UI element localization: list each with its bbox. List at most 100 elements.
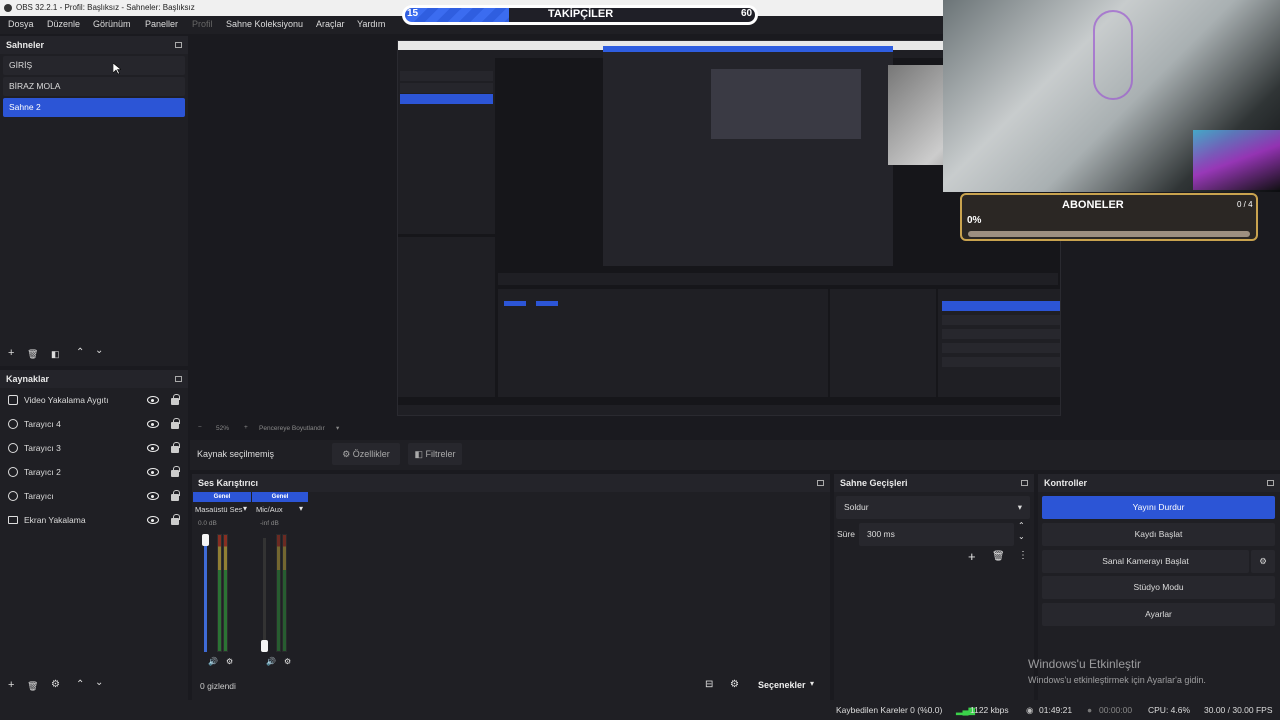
subscribers-goal-box: ABONELER 0 / 4 0%: [960, 193, 1258, 241]
lock-icon[interactable]: [171, 514, 180, 525]
mixer-advanced-gear-icon[interactable]: ⚙: [730, 679, 739, 690]
record-icon: ●: [1087, 705, 1093, 715]
menu-view[interactable]: Görünüm: [93, 19, 131, 29]
remove-scene-icon[interactable]: 🗑: [27, 348, 38, 360]
visibility-eye-icon[interactable]: [147, 444, 159, 452]
menu-file[interactable]: Dosya: [8, 19, 34, 29]
nested-scene-item: [400, 83, 493, 93]
scene-item-biraz-mola[interactable]: BİRAZ MOLA: [3, 77, 185, 96]
speaker-icon[interactable]: 🔊: [208, 657, 218, 666]
menu-profile[interactable]: Profil: [192, 19, 213, 29]
source-item[interactable]: Tarayıcı: [3, 485, 185, 507]
filters-button[interactable]: ◧ Filtreler: [408, 443, 462, 465]
zoom-in-button[interactable]: +: [244, 424, 248, 431]
volume-knob[interactable]: [261, 640, 268, 652]
source-item[interactable]: Video Yakalama Aygıtı: [3, 389, 185, 411]
dropped-frames: Kaybedilen Kareler 0 (%0.0): [836, 705, 943, 715]
visibility-eye-icon[interactable]: [147, 396, 159, 404]
lock-icon[interactable]: [171, 418, 180, 429]
visibility-eye-icon[interactable]: [147, 468, 159, 476]
volume-slider[interactable]: [204, 538, 207, 652]
rgb-keyboard-shape: [1193, 130, 1280, 190]
bitrate: 1122 kbps: [970, 705, 1009, 715]
menu-docks[interactable]: Paneller: [145, 19, 178, 29]
virtual-camera-settings-gear-icon[interactable]: ⚙: [1251, 550, 1275, 573]
speaker-icon[interactable]: 🔊: [266, 657, 276, 666]
globe-icon: [8, 467, 18, 477]
scene-item-giris[interactable]: GİRİŞ: [3, 56, 185, 75]
nested-control-button: [942, 357, 1060, 367]
add-transition-icon[interactable]: +: [968, 549, 976, 564]
source-item[interactable]: Tarayıcı 4: [3, 413, 185, 435]
source-item[interactable]: Tarayıcı 3: [3, 437, 185, 459]
source-settings-gear-icon[interactable]: ⚙: [51, 679, 60, 691]
nested-scene-item-active: [400, 94, 493, 104]
nested-transitions: [830, 289, 936, 397]
channel-tag: Genel: [252, 492, 308, 502]
mouse-cursor-icon: [113, 63, 121, 75]
menu-tools[interactable]: Araçlar: [316, 19, 345, 29]
start-recording-button[interactable]: Kaydı Başlat: [1042, 523, 1275, 546]
add-source-icon[interactable]: +: [8, 679, 14, 691]
mixer-layout-icon[interactable]: ⊟: [705, 679, 713, 690]
zoom-out-button[interactable]: −: [198, 424, 202, 431]
studio-mode-button[interactable]: Stüdyo Modu: [1042, 576, 1275, 599]
lock-icon[interactable]: [171, 442, 180, 453]
scene-item-sahne-2[interactable]: Sahne 2: [3, 98, 185, 117]
move-source-up-icon[interactable]: ⌃: [76, 679, 84, 691]
menu-edit[interactable]: Düzenle: [47, 19, 80, 29]
globe-icon: [8, 443, 18, 453]
properties-button[interactable]: ⚙ Özellikler: [332, 443, 400, 465]
channel-menu-icon[interactable]: ▾: [243, 504, 247, 513]
lock-icon[interactable]: [171, 394, 180, 405]
visibility-eye-icon[interactable]: [147, 516, 159, 524]
chevron-down-icon[interactable]: ▾: [810, 679, 814, 688]
volume-slider[interactable]: [263, 538, 266, 652]
add-scene-icon[interactable]: +: [8, 347, 14, 359]
zoom-fit-select[interactable]: Pencereye Boyutlandır: [259, 425, 325, 432]
transition-select[interactable]: Soldur ▾: [836, 496, 1030, 519]
hidden-count: 0 gizlendi: [200, 681, 236, 691]
remove-source-icon[interactable]: 🗑: [27, 680, 38, 692]
channel-menu-icon[interactable]: ▾: [299, 504, 303, 513]
menu-scene-collection[interactable]: Sahne Koleksiyonu: [226, 19, 303, 29]
settings-button[interactable]: Ayarlar: [1042, 603, 1275, 626]
menu-help[interactable]: Yardım: [357, 19, 385, 29]
undock-icon[interactable]: [1021, 480, 1028, 486]
move-source-down-icon[interactable]: ⌄: [95, 677, 103, 689]
channel-tag: Genel: [193, 492, 251, 502]
move-scene-up-icon[interactable]: ⌃: [76, 347, 84, 359]
chevron-down-icon[interactable]: ▾: [336, 424, 339, 432]
mixer-options-button[interactable]: Seçenekler: [758, 680, 806, 690]
recording-time: 00:00:00: [1099, 705, 1133, 715]
channel-gear-icon[interactable]: ⚙: [226, 657, 233, 666]
channel-name: Mic/Aux: [256, 505, 283, 514]
nested-audio-mixer: [498, 289, 828, 397]
visibility-eye-icon[interactable]: [147, 420, 159, 428]
undock-icon[interactable]: [175, 42, 182, 48]
stop-streaming-button[interactable]: Yayını Durdur: [1042, 496, 1275, 519]
start-virtual-camera-button[interactable]: Sanal Kamerayı Başlat: [1042, 550, 1249, 573]
remove-transition-icon[interactable]: 🗑: [992, 551, 1005, 562]
properties-label: Özellikler: [352, 449, 390, 459]
channel-gear-icon[interactable]: ⚙: [284, 657, 291, 666]
stepper-down-icon[interactable]: ⌄: [1018, 532, 1025, 541]
live-time: 01:49:21: [1039, 705, 1073, 715]
more-options-icon[interactable]: ⋮: [1018, 550, 1028, 561]
duration-input[interactable]: 300 ms: [859, 523, 1014, 546]
mixer-header: Ses Karıştırıcı: [192, 474, 830, 492]
source-item[interactable]: Ekran Yakalama: [3, 509, 185, 531]
scene-filters-icon[interactable]: ◧: [51, 348, 60, 360]
channel-db: 0.0 dB: [198, 520, 217, 527]
move-scene-down-icon[interactable]: ⌄: [95, 345, 103, 357]
undock-icon[interactable]: [1267, 480, 1274, 486]
volume-knob[interactable]: [202, 534, 209, 546]
undock-icon[interactable]: [817, 480, 824, 486]
lock-icon[interactable]: [171, 466, 180, 477]
zoom-toolbar: − 52% + Pencereye Boyutlandır ▾: [190, 423, 1280, 435]
source-item[interactable]: Tarayıcı 2: [3, 461, 185, 483]
visibility-eye-icon[interactable]: [147, 492, 159, 500]
lock-icon[interactable]: [171, 490, 180, 501]
undock-icon[interactable]: [175, 376, 182, 382]
stepper-up-icon[interactable]: ⌃: [1018, 521, 1025, 530]
